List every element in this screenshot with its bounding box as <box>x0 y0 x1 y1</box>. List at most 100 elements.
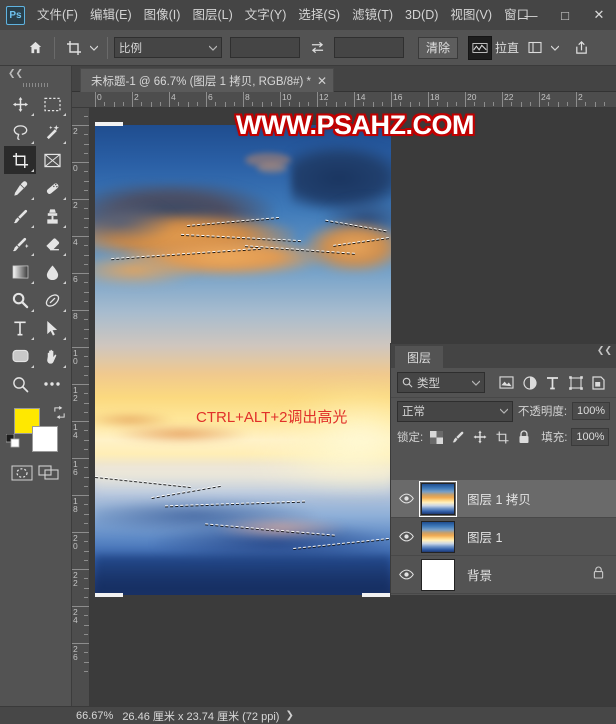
filter-pixel-icon[interactable] <box>495 372 518 394</box>
ruler-minor-tick <box>84 282 88 284</box>
lock-transparent-pixels-icon[interactable] <box>427 428 445 446</box>
default-colors-icon[interactable] <box>5 433 20 453</box>
filter-shape-icon[interactable] <box>564 372 587 394</box>
crop-tool[interactable] <box>4 146 36 174</box>
filter-smart-object-icon[interactable] <box>587 372 610 394</box>
lock-position-icon[interactable] <box>471 428 489 446</box>
lasso-tool[interactable] <box>4 118 36 146</box>
crop-width-input[interactable] <box>230 37 300 58</box>
move-tool[interactable] <box>4 90 36 118</box>
ruler-minor-tick <box>437 102 439 106</box>
ruler-minor-tick <box>603 102 605 106</box>
tools-grip[interactable] <box>0 80 71 90</box>
ruler-tick <box>280 92 281 107</box>
eraser-tool[interactable] <box>36 230 68 258</box>
document-tab-close-icon[interactable]: ✕ <box>317 74 327 88</box>
layer-visibility-toggle-1[interactable] <box>391 531 421 542</box>
layer-thumbnail-background[interactable] <box>421 558 455 591</box>
crop-overlay-icon[interactable] <box>522 35 548 61</box>
ruler-minor-tick <box>84 337 88 339</box>
menu-file[interactable]: 文件(F) <box>31 4 84 26</box>
type-tool[interactable] <box>4 314 36 342</box>
pen-tool[interactable] <box>36 286 68 314</box>
eye-icon <box>398 531 414 542</box>
history-brush-tool[interactable] <box>4 230 36 258</box>
magic-wand-tool[interactable] <box>36 118 68 146</box>
layer-row-1[interactable]: 图层 1 <box>391 518 616 556</box>
ruler-label: 8 <box>73 311 78 321</box>
ruler-label: 26 <box>73 644 78 662</box>
crop-ratio-value: 比例 <box>119 42 142 55</box>
brush-tool[interactable] <box>4 202 36 230</box>
document-canvas[interactable]: CTRL+ALT+2调出高光 <box>95 125 391 595</box>
screen-mode-icon[interactable] <box>36 462 62 484</box>
clear-crop-button[interactable]: 清除 <box>418 36 459 59</box>
hand-tool[interactable] <box>36 342 68 370</box>
fill-input[interactable]: 100% <box>571 428 610 446</box>
path-selection-tool[interactable] <box>36 314 68 342</box>
dodge-tool[interactable] <box>4 286 36 314</box>
menu-image[interactable]: 图像(I) <box>138 4 187 26</box>
crop-handle-bottom-right[interactable] <box>362 593 390 597</box>
eyedropper-tool[interactable] <box>4 174 36 202</box>
menu-filter[interactable]: 滤镜(T) <box>346 4 399 26</box>
vertical-ruler[interactable]: 4202468101214161820222426 <box>72 108 90 706</box>
filter-adjustment-icon[interactable] <box>518 372 541 394</box>
menu-type[interactable]: 文字(Y) <box>239 4 293 26</box>
menu-edit[interactable]: 编辑(E) <box>84 4 138 26</box>
swap-dimensions-icon[interactable] <box>304 35 330 61</box>
status-zoom-level[interactable]: 66.67% <box>76 710 113 722</box>
horizontal-ruler[interactable]: 0 2 4 6 8 10 12 14 16 18 20 22 24 2 <box>72 92 616 108</box>
minimize-button[interactable]: — <box>514 0 548 30</box>
layer-row-background[interactable]: 背景 <box>391 556 616 594</box>
lock-artboard-icon[interactable] <box>493 428 511 446</box>
tab-layers[interactable]: 图层 <box>395 346 444 368</box>
rectangle-tool[interactable] <box>4 342 36 370</box>
frame-tool[interactable] <box>36 146 68 174</box>
lock-image-pixels-icon[interactable] <box>449 428 467 446</box>
menu-3d[interactable]: 3D(D) <box>399 4 444 26</box>
quick-mask-icon[interactable] <box>9 462 35 484</box>
gradient-tool[interactable] <box>4 258 36 286</box>
menu-view[interactable]: 视图(V) <box>444 4 498 26</box>
zoom-tool[interactable] <box>4 370 36 398</box>
clone-stamp-tool[interactable] <box>36 202 68 230</box>
ruler-label: 16 <box>393 92 403 102</box>
share-icon[interactable] <box>568 35 594 61</box>
ruler-minor-tick <box>381 102 383 106</box>
layer-visibility-toggle-copy[interactable] <box>391 493 421 504</box>
background-color-swatch[interactable] <box>32 426 58 452</box>
opacity-input[interactable]: 100% <box>572 402 610 420</box>
crop-handle-top-left[interactable] <box>95 122 123 126</box>
close-button[interactable]: ✕ <box>582 0 616 30</box>
crop-height-input[interactable] <box>334 37 404 58</box>
menu-layer[interactable]: 图层(L) <box>186 4 238 26</box>
filter-type-icon[interactable] <box>541 372 564 394</box>
layer-visibility-toggle-background[interactable] <box>391 569 421 580</box>
tools-collapse-icon[interactable]: ❮❮ <box>0 66 71 80</box>
swap-colors-icon[interactable] <box>53 406 66 424</box>
crop-overlay-chevron-down-icon[interactable] <box>548 35 562 61</box>
marquee-tool[interactable] <box>36 90 68 118</box>
layer-filter-select[interactable]: 类型 <box>397 372 485 393</box>
maximize-button[interactable]: □ <box>548 0 582 30</box>
healing-brush-tool[interactable] <box>36 174 68 202</box>
straighten-icon[interactable] <box>468 35 493 60</box>
crop-handle-bottom-left[interactable] <box>95 593 123 597</box>
lock-all-icon[interactable] <box>515 428 533 446</box>
crop-overlay-bottom <box>90 595 616 706</box>
crop-tool-preset-icon[interactable] <box>61 35 87 61</box>
layers-panel-collapse-icon[interactable]: ❮❮ <box>597 345 612 356</box>
layer-thumbnail-1[interactable] <box>421 520 455 553</box>
crop-preset-chevron-down-icon[interactable] <box>87 35 101 61</box>
blend-mode-select[interactable]: 正常 <box>397 400 513 422</box>
layer-row-copy[interactable]: 图层 1 拷贝 <box>391 480 616 518</box>
layer-thumbnail-copy[interactable] <box>419 480 457 517</box>
menu-select[interactable]: 选择(S) <box>292 4 346 26</box>
crop-ratio-select[interactable]: 比例 <box>114 37 222 58</box>
document-tab[interactable]: 未标题-1 @ 66.7% (图层 1 拷贝, RGB/8#) * ✕ <box>80 68 335 92</box>
blur-tool[interactable] <box>36 258 68 286</box>
status-expand-icon[interactable]: ❯ <box>285 710 293 721</box>
edit-toolbar-tool[interactable] <box>36 370 68 398</box>
home-icon[interactable] <box>22 35 48 61</box>
